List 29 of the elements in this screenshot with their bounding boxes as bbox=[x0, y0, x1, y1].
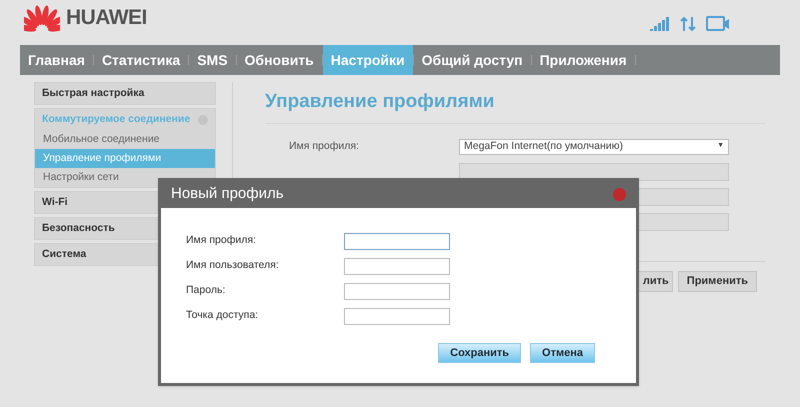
nav-tab[interactable]: Обновить bbox=[236, 45, 322, 75]
input-field[interactable] bbox=[344, 232, 450, 250]
field-label: Имя профиля: bbox=[289, 140, 359, 152]
dialog-button[interactable]: Отмена bbox=[530, 343, 595, 363]
nav-tab[interactable]: Статистика bbox=[94, 45, 188, 75]
field-label: Пароль: bbox=[186, 283, 226, 298]
logo-icon bbox=[24, 2, 60, 32]
signal-icon bbox=[650, 16, 670, 30]
input-field[interactable] bbox=[344, 258, 450, 274]
action-button[interactable]: Применить bbox=[678, 270, 757, 292]
nav-tab[interactable]: Общий доступ bbox=[414, 45, 531, 75]
field-label: Имя пользователя: bbox=[186, 258, 280, 274]
input-field[interactable] bbox=[344, 308, 450, 324]
nav-tab[interactable]: Приложения bbox=[532, 45, 635, 75]
field-label: Точка доступа: bbox=[186, 308, 260, 324]
up-down-arrows-icon bbox=[680, 16, 696, 32]
dialog-button[interactable]: Сохранить bbox=[438, 343, 522, 363]
sidebar-subitem[interactable]: Мобильное соединение bbox=[35, 130, 215, 149]
dialog-title: Новый профиль bbox=[171, 184, 284, 204]
nav-tab[interactable]: Главная bbox=[20, 45, 93, 75]
logo-text: HUAWEI bbox=[66, 4, 147, 31]
monitor-icon bbox=[706, 16, 730, 32]
close-icon[interactable] bbox=[613, 188, 626, 201]
page-title: Управление профилями bbox=[265, 88, 765, 124]
input-field[interactable] bbox=[344, 282, 450, 300]
nav-tab[interactable]: SMS bbox=[189, 45, 236, 75]
sidebar-subitem[interactable]: Управление профилями bbox=[35, 149, 215, 168]
sidebar-item[interactable]: Быстрая настройка bbox=[35, 83, 215, 104]
nav-tab[interactable]: Настройки bbox=[322, 45, 413, 75]
